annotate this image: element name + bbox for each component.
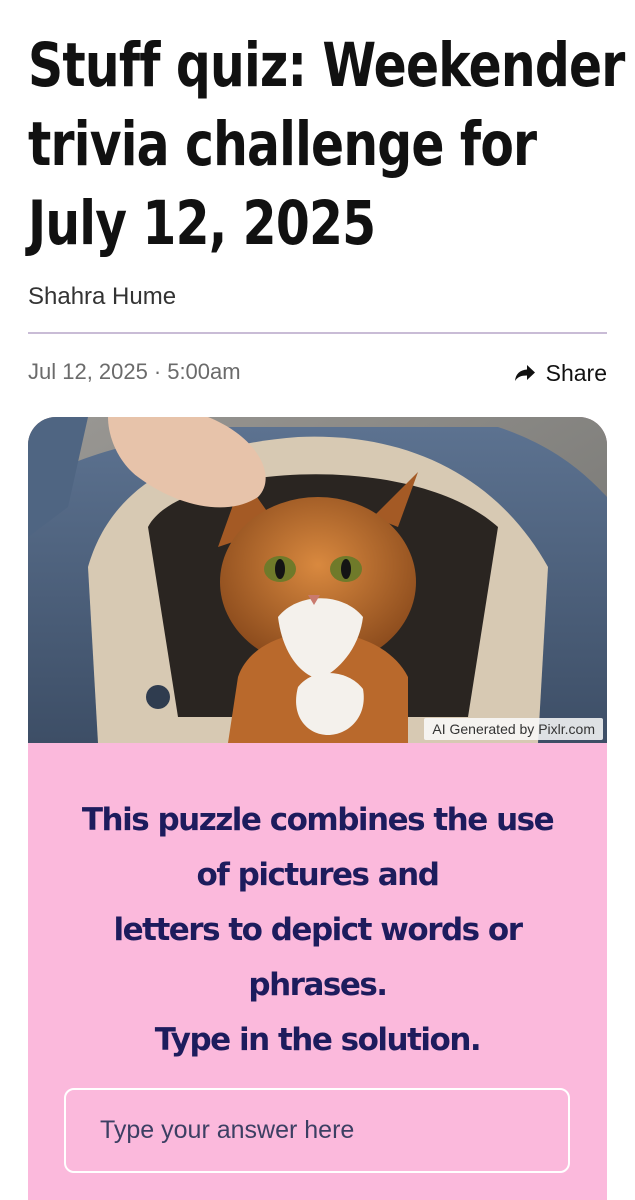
- headline-line: trivia challenge for: [28, 109, 537, 180]
- instruction-line: Type in the solution.: [154, 1022, 482, 1058]
- headline-line: July 12, 2025: [28, 188, 376, 259]
- instruction-line: letters to depict words or: [113, 912, 523, 948]
- share-button[interactable]: Share: [514, 357, 607, 389]
- headline-line: Stuff quiz: Weekender: [28, 30, 625, 101]
- dateline-separator: ·: [153, 359, 162, 384]
- header-divider: [28, 332, 607, 334]
- meta-row: Jul 12, 2025 · 5:00am Share: [28, 357, 607, 389]
- puzzle-panel: This puzzle combines the use of pictures…: [28, 743, 607, 1200]
- share-label: Share: [545, 359, 607, 386]
- share-arrow-icon: [514, 364, 536, 382]
- publish-time: 5:00am: [167, 359, 241, 384]
- instruction-line: phrases.: [248, 967, 388, 1003]
- publish-date: Jul 12, 2025: [28, 359, 148, 384]
- instruction-line: of pictures and: [196, 857, 440, 893]
- author-name[interactable]: Shahra Hume: [28, 283, 176, 311]
- instruction-line: This puzzle combines the use: [81, 802, 555, 838]
- puzzle-instructions: This puzzle combines the use of pictures…: [48, 793, 587, 1068]
- answer-input[interactable]: [64, 1088, 570, 1173]
- quiz-photo: AI Generated by Pixlr.com: [28, 417, 607, 743]
- quiz-card: AI Generated by Pixlr.com This puzzle co…: [28, 417, 607, 1200]
- article-headline: Stuff quiz: Weekender trivia challenge f…: [28, 26, 625, 263]
- dateline: Jul 12, 2025 · 5:00am: [28, 359, 241, 385]
- image-credit: AI Generated by Pixlr.com: [424, 718, 603, 740]
